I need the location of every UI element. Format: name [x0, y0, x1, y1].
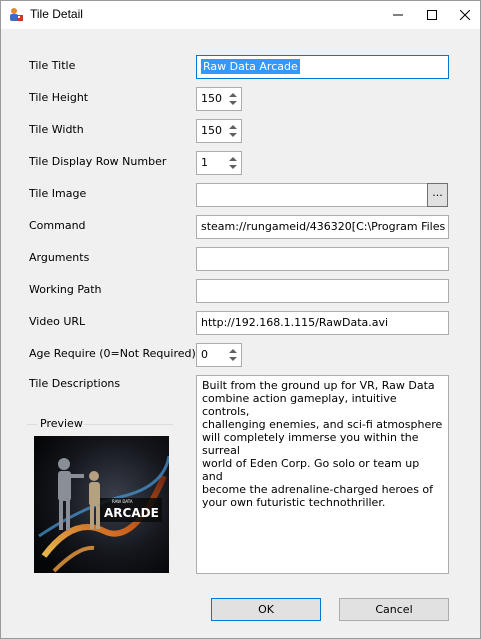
preview-logo-big: ARCADE [104, 506, 159, 520]
preview-group-label: Preview [39, 417, 84, 430]
working-path-input[interactable] [196, 279, 449, 303]
tile-detail-window: Tile Detail Tile Title Tile Height Tile … [0, 0, 481, 639]
preview-group-border [81, 424, 173, 425]
window-title: Tile Detail [30, 7, 83, 21]
spin-down-icon[interactable] [229, 165, 237, 169]
spin-down-icon[interactable] [229, 357, 237, 361]
command-label: Command [29, 219, 86, 232]
age-require-label: Age Require (0=Not Required) [29, 347, 196, 360]
tile-width-value: 150 [201, 124, 222, 137]
title-bar: Tile Detail [1, 1, 480, 29]
spin-up-icon[interactable] [229, 157, 237, 161]
ok-button[interactable]: OK [211, 598, 321, 621]
maximize-icon [427, 10, 437, 20]
spin-up-icon[interactable] [229, 125, 237, 129]
row-number-value: 1 [201, 156, 208, 169]
maximize-button[interactable] [416, 1, 448, 29]
tile-image-input[interactable] [196, 183, 428, 207]
minimize-button[interactable] [382, 1, 414, 29]
tile-title-value: Raw Data Arcade [201, 59, 300, 74]
spin-up-icon[interactable] [229, 93, 237, 97]
tile-title-label: Tile Title [29, 59, 76, 72]
arguments-label: Arguments [29, 251, 90, 264]
command-input[interactable]: steam://rungameid/436320[C:\Program File… [196, 215, 449, 239]
video-url-input[interactable]: http://192.168.1.115/RawData.avi [196, 311, 449, 335]
row-number-label: Tile Display Row Number [29, 155, 167, 168]
close-icon [460, 10, 470, 20]
descriptions-textarea[interactable]: Built from the ground up for VR, Raw Dat… [196, 375, 449, 574]
age-require-value: 0 [201, 348, 208, 361]
age-require-stepper[interactable]: 0 [196, 343, 242, 367]
spin-down-icon[interactable] [229, 101, 237, 105]
tile-height-label: Tile Height [29, 91, 89, 104]
close-button[interactable] [449, 1, 481, 29]
descriptions-label: Tile Descriptions [29, 377, 121, 390]
tile-width-label: Tile Width [29, 123, 84, 136]
spin-down-icon[interactable] [229, 133, 237, 137]
tile-height-value: 150 [201, 92, 222, 105]
preview-group-border [27, 424, 37, 425]
preview-logo-small: RAW DATA [112, 499, 133, 504]
tile-width-stepper[interactable]: 150 [196, 119, 242, 143]
tile-title-input[interactable]: Raw Data Arcade [196, 55, 449, 79]
tile-height-stepper[interactable]: 150 [196, 87, 242, 111]
arguments-input[interactable] [196, 247, 449, 271]
minimize-icon [393, 14, 403, 16]
app-icon [10, 8, 23, 21]
browse-image-button[interactable]: ... [427, 183, 448, 207]
row-number-stepper[interactable]: 1 [196, 151, 242, 175]
video-url-label: Video URL [29, 315, 86, 328]
working-path-label: Working Path [29, 283, 102, 296]
cancel-button[interactable]: Cancel [339, 598, 449, 621]
spin-up-icon[interactable] [229, 349, 237, 353]
tile-image-label: Tile Image [29, 187, 87, 200]
preview-image: RAW DATA ARCADE [34, 436, 169, 573]
